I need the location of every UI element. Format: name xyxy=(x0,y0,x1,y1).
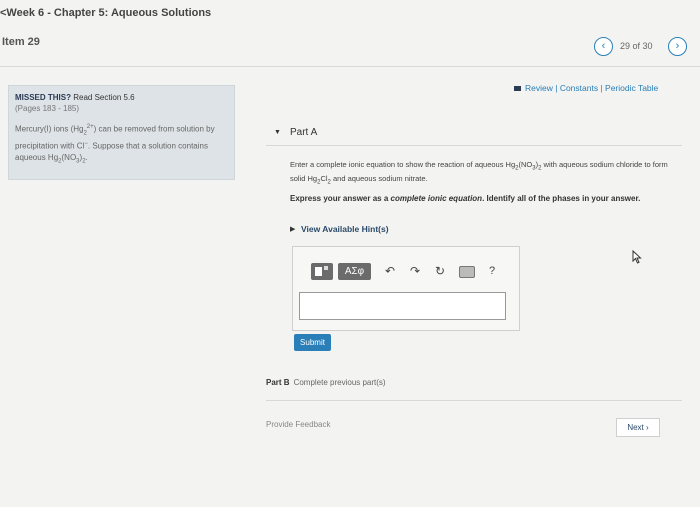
periodic-table-link[interactable]: Periodic Table xyxy=(605,83,658,93)
equation-editor: ΑΣφ ↶ ↷ ↻ ? xyxy=(292,246,520,331)
provide-feedback-link[interactable]: Provide Feedback xyxy=(266,420,330,429)
answer-input[interactable] xyxy=(299,292,506,320)
header-divider xyxy=(0,66,700,67)
answer-instructions: Express your answer as a complete ionic … xyxy=(290,194,641,203)
help-icon[interactable]: ? xyxy=(489,263,495,280)
templates-button[interactable] xyxy=(311,263,333,280)
template-box-icon xyxy=(315,267,322,276)
view-hints-link[interactable]: View Available Hint(s) xyxy=(301,224,389,234)
keyboard-icon[interactable] xyxy=(459,266,475,278)
part-a-question: Enter a complete ionic equation to show … xyxy=(290,160,668,185)
resource-links: Review | Constants | Periodic Table xyxy=(514,83,658,93)
next-item-button[interactable]: › xyxy=(668,37,687,56)
pages-reference: (Pages 183 - 185) xyxy=(15,104,80,113)
undo-icon[interactable]: ↶ xyxy=(385,263,395,280)
collapse-part-a-icon[interactable]: ▼ xyxy=(274,129,281,136)
redo-icon[interactable]: ↷ xyxy=(410,263,420,280)
review-icon xyxy=(514,86,521,91)
next-button[interactable]: Next › xyxy=(616,418,660,437)
part-a-heading[interactable]: Part A xyxy=(290,127,317,138)
item-counter: 29 of 30 xyxy=(620,41,653,51)
review-link[interactable]: Review xyxy=(525,83,553,93)
breadcrumb[interactable]: <Week 6 - Chapter 5: Aqueous Solutions xyxy=(0,7,211,19)
prev-item-button[interactable]: ‹ xyxy=(594,37,613,56)
problem-statement: Mercury(I) ions (Hg22+) can be removed f… xyxy=(15,124,215,165)
missed-this-heading: MISSED THIS? Read Section 5.6 xyxy=(15,93,135,102)
submit-button[interactable]: Submit xyxy=(294,334,331,351)
part-b-row: Part B Complete previous part(s) xyxy=(266,378,386,387)
part-b-divider xyxy=(266,400,682,401)
greek-symbols-button[interactable]: ΑΣφ xyxy=(338,263,371,280)
constants-link[interactable]: Constants xyxy=(560,83,598,93)
missed-this-panel: MISSED THIS? Read Section 5.6 (Pages 183… xyxy=(8,85,235,180)
mouse-cursor-icon xyxy=(632,250,642,264)
template-sub-icon xyxy=(324,266,328,270)
reset-icon[interactable]: ↻ xyxy=(435,263,445,280)
item-label: Item 29 xyxy=(2,36,40,48)
expand-hints-icon[interactable]: ▶ xyxy=(290,225,295,233)
part-a-divider xyxy=(266,145,682,146)
